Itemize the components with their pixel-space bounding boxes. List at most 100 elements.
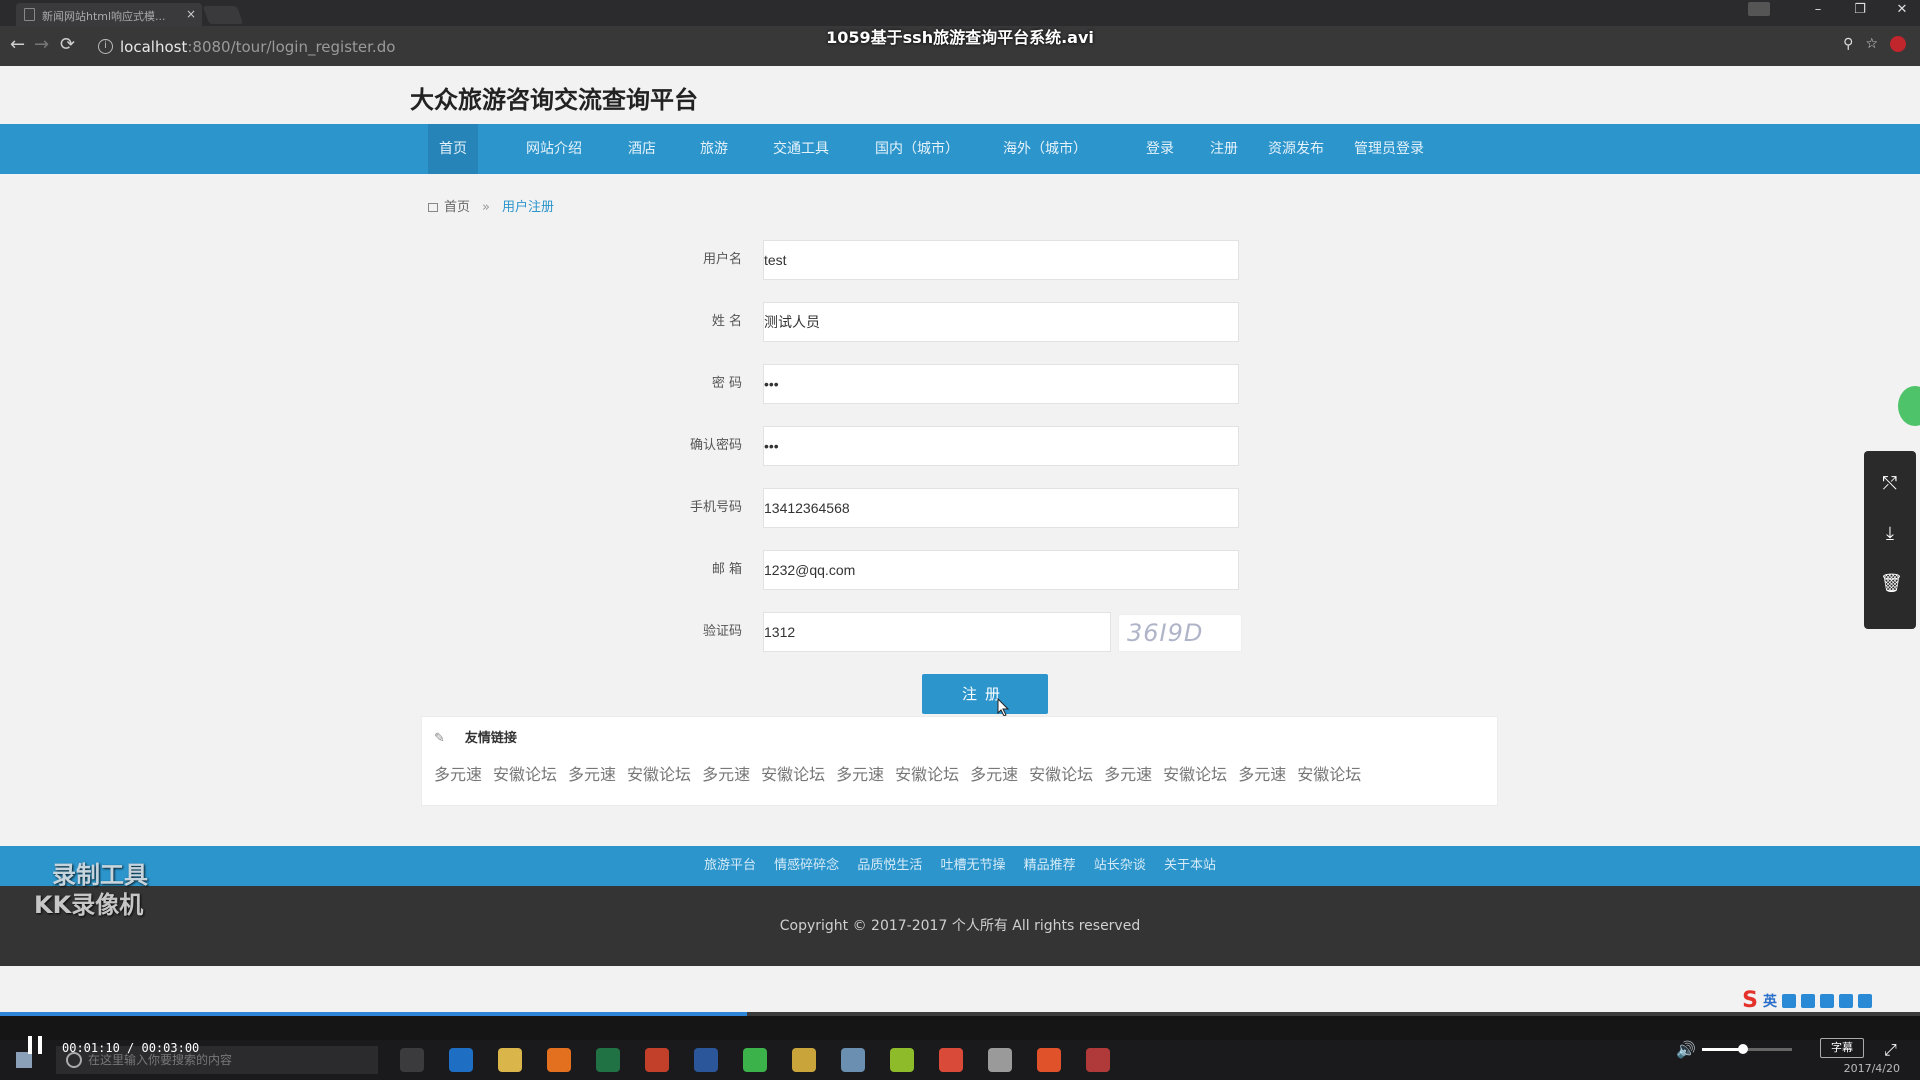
close-window-icon[interactable]: ✕ — [1894, 2, 1910, 17]
system-tray-date: 2017/4/20 — [1843, 1062, 1900, 1075]
nav-domestic[interactable]: 国内（城市） — [868, 124, 966, 174]
breadcrumb: 首页 » 用户注册 — [428, 196, 554, 215]
window-controls: – ❐ ✕ — [1810, 2, 1910, 17]
pause-icon[interactable] — [28, 1036, 42, 1054]
nav-home[interactable]: 首页 — [428, 124, 478, 174]
friend-link[interactable]: 多元速 — [1104, 761, 1152, 785]
footer-link[interactable]: 精品推荐 — [1024, 858, 1076, 873]
video-time: 00:01:10 / 00:03:00 — [62, 1041, 200, 1055]
minimize-icon[interactable]: – — [1810, 2, 1826, 17]
mouse-pointer-icon — [997, 698, 1010, 717]
friend-link[interactable]: 安徽论坛 — [1163, 761, 1227, 785]
register-submit-button[interactable]: 注册 — [922, 674, 1048, 714]
maximize-icon[interactable]: ❐ — [1852, 2, 1868, 17]
app-icon[interactable] — [792, 1048, 816, 1072]
footer-link[interactable]: 旅游平台 — [704, 858, 756, 873]
friend-link[interactable]: 安徽论坛 — [895, 761, 959, 785]
edge-icon[interactable] — [449, 1048, 473, 1072]
app-icon[interactable] — [1037, 1048, 1061, 1072]
taskbar-apps — [400, 1048, 1110, 1072]
excel-icon[interactable] — [596, 1048, 620, 1072]
captcha-input[interactable]: 1312 — [763, 612, 1111, 652]
ime-mode[interactable]: 英 — [1763, 991, 1777, 1011]
sogou-ime-icon[interactable]: S — [1742, 988, 1758, 1013]
friend-link[interactable]: 多元速 — [568, 761, 616, 785]
nav-hotel[interactable]: 酒店 — [622, 124, 662, 174]
breadcrumb-home[interactable]: 首页 — [444, 200, 470, 215]
footer-nav: 旅游平台 情感碎碎念 品质悦生活 吐槽无节操 精品推荐 站长杂谈 关于本站 — [0, 846, 1920, 886]
page-viewport: 大众旅游咨询交流查询平台 首页 网站介绍 酒店 旅游 交通工具 国内（城市） 海… — [0, 66, 1920, 1015]
share-icon[interactable]: ⤲ — [1880, 473, 1900, 494]
friend-link[interactable]: 安徽论坛 — [1029, 761, 1093, 785]
ime-punct-icon[interactable] — [1782, 993, 1796, 1008]
user-badge-icon[interactable] — [1748, 2, 1770, 16]
username-label: 用户名 — [702, 252, 742, 267]
task-view-icon[interactable] — [400, 1048, 424, 1072]
wechat-icon[interactable] — [743, 1048, 767, 1072]
player-side-panel: ⤲ ⤓ 🗑 — [1864, 451, 1916, 629]
friend-link[interactable]: 多元速 — [836, 761, 884, 785]
confirm-password-input[interactable]: ••• — [763, 426, 1239, 466]
footer-link[interactable]: 情感碎碎念 — [774, 858, 839, 873]
friend-links-title: 友情链接 — [464, 731, 517, 746]
volume-knob[interactable] — [1738, 1044, 1748, 1054]
nav-transport[interactable]: 交通工具 — [766, 124, 836, 174]
friend-links-list: 多元速 安徽论坛 多元速 安徽论坛 多元速 安徽论坛 多元速 安徽论坛 多元速 … — [434, 761, 1372, 785]
volume-slider[interactable] — [1702, 1044, 1792, 1054]
paperclip-icon: ✎ — [434, 731, 445, 746]
password-input[interactable]: ••• — [763, 364, 1239, 404]
captcha-image[interactable]: 36I9D — [1118, 614, 1242, 652]
powerpoint-icon[interactable] — [645, 1048, 669, 1072]
windows-start-icon[interactable] — [16, 1052, 32, 1068]
username-input[interactable]: test — [763, 240, 1239, 280]
nav-publish[interactable]: 资源发布 — [1264, 124, 1328, 174]
friend-link[interactable]: 多元速 — [434, 761, 482, 785]
main-navbar: 首页 网站介绍 酒店 旅游 交通工具 国内（城市） 海外（城市） 登录 注册 资… — [0, 124, 1920, 174]
footer-link[interactable]: 站长杂谈 — [1094, 858, 1146, 873]
browser-tab[interactable]: 新闻网站html响应式模... × — [16, 3, 202, 26]
footer-copyright: Copyright © 2017-2017 个人所有 All rights re… — [0, 886, 1920, 966]
chrome-icon[interactable] — [939, 1048, 963, 1072]
nav-admin-login[interactable]: 管理员登录 — [1348, 124, 1430, 174]
footer-link[interactable]: 关于本站 — [1164, 858, 1216, 873]
friend-link[interactable]: 多元速 — [970, 761, 1018, 785]
windows-taskbar: 在这里输入你要搜索的内容 2017/4/20 — [0, 1040, 1920, 1080]
app-icon[interactable] — [988, 1048, 1012, 1072]
fullscreen-icon[interactable]: ⤢ — [1884, 1040, 1897, 1060]
confirm-password-label: 确认密码 — [690, 438, 743, 453]
nav-about[interactable]: 网站介绍 — [520, 124, 588, 174]
download-icon[interactable]: ⤓ — [1880, 523, 1900, 544]
footer-link[interactable]: 品质悦生活 — [857, 858, 922, 873]
ime-voice-icon[interactable] — [1801, 993, 1815, 1008]
chat-bubble-icon[interactable] — [1898, 386, 1920, 426]
delete-icon[interactable]: 🗑 — [1880, 573, 1903, 594]
ime-tools-icon[interactable] — [1858, 993, 1872, 1008]
app-icon[interactable] — [841, 1048, 865, 1072]
friend-link[interactable]: 安徽论坛 — [1297, 761, 1361, 785]
recorder-icon[interactable] — [1086, 1048, 1110, 1072]
ime-skin-icon[interactable] — [1839, 993, 1853, 1008]
realname-input[interactable]: 测试人员 — [763, 302, 1239, 342]
friend-link[interactable]: 安徽论坛 — [627, 761, 691, 785]
subtitle-button[interactable]: 字幕 — [1820, 1038, 1864, 1058]
word-icon[interactable] — [694, 1048, 718, 1072]
breadcrumb-current: 用户注册 — [501, 200, 554, 215]
friend-link[interactable]: 多元速 — [1238, 761, 1286, 785]
nav-overseas[interactable]: 海外（城市） — [996, 124, 1094, 174]
friend-link[interactable]: 安徽论坛 — [493, 761, 557, 785]
tab-close-icon[interactable]: × — [186, 7, 196, 21]
file-explorer-icon[interactable] — [498, 1048, 522, 1072]
volume-icon[interactable]: 🔊 — [1676, 1040, 1696, 1059]
firefox-icon[interactable] — [547, 1048, 571, 1072]
friend-link[interactable]: 安徽论坛 — [761, 761, 825, 785]
friend-link[interactable]: 多元速 — [702, 761, 750, 785]
phone-input[interactable]: 13412364568 — [763, 488, 1239, 528]
email-input[interactable]: 1232@qq.com — [763, 550, 1239, 590]
nav-register[interactable]: 注册 — [1202, 124, 1246, 174]
ime-keyboard-icon[interactable] — [1820, 993, 1834, 1008]
nav-login[interactable]: 登录 — [1138, 124, 1182, 174]
nav-travel[interactable]: 旅游 — [694, 124, 734, 174]
new-tab-button[interactable] — [202, 6, 244, 24]
footer-link[interactable]: 吐槽无节操 — [940, 858, 1005, 873]
app-icon[interactable] — [890, 1048, 914, 1072]
